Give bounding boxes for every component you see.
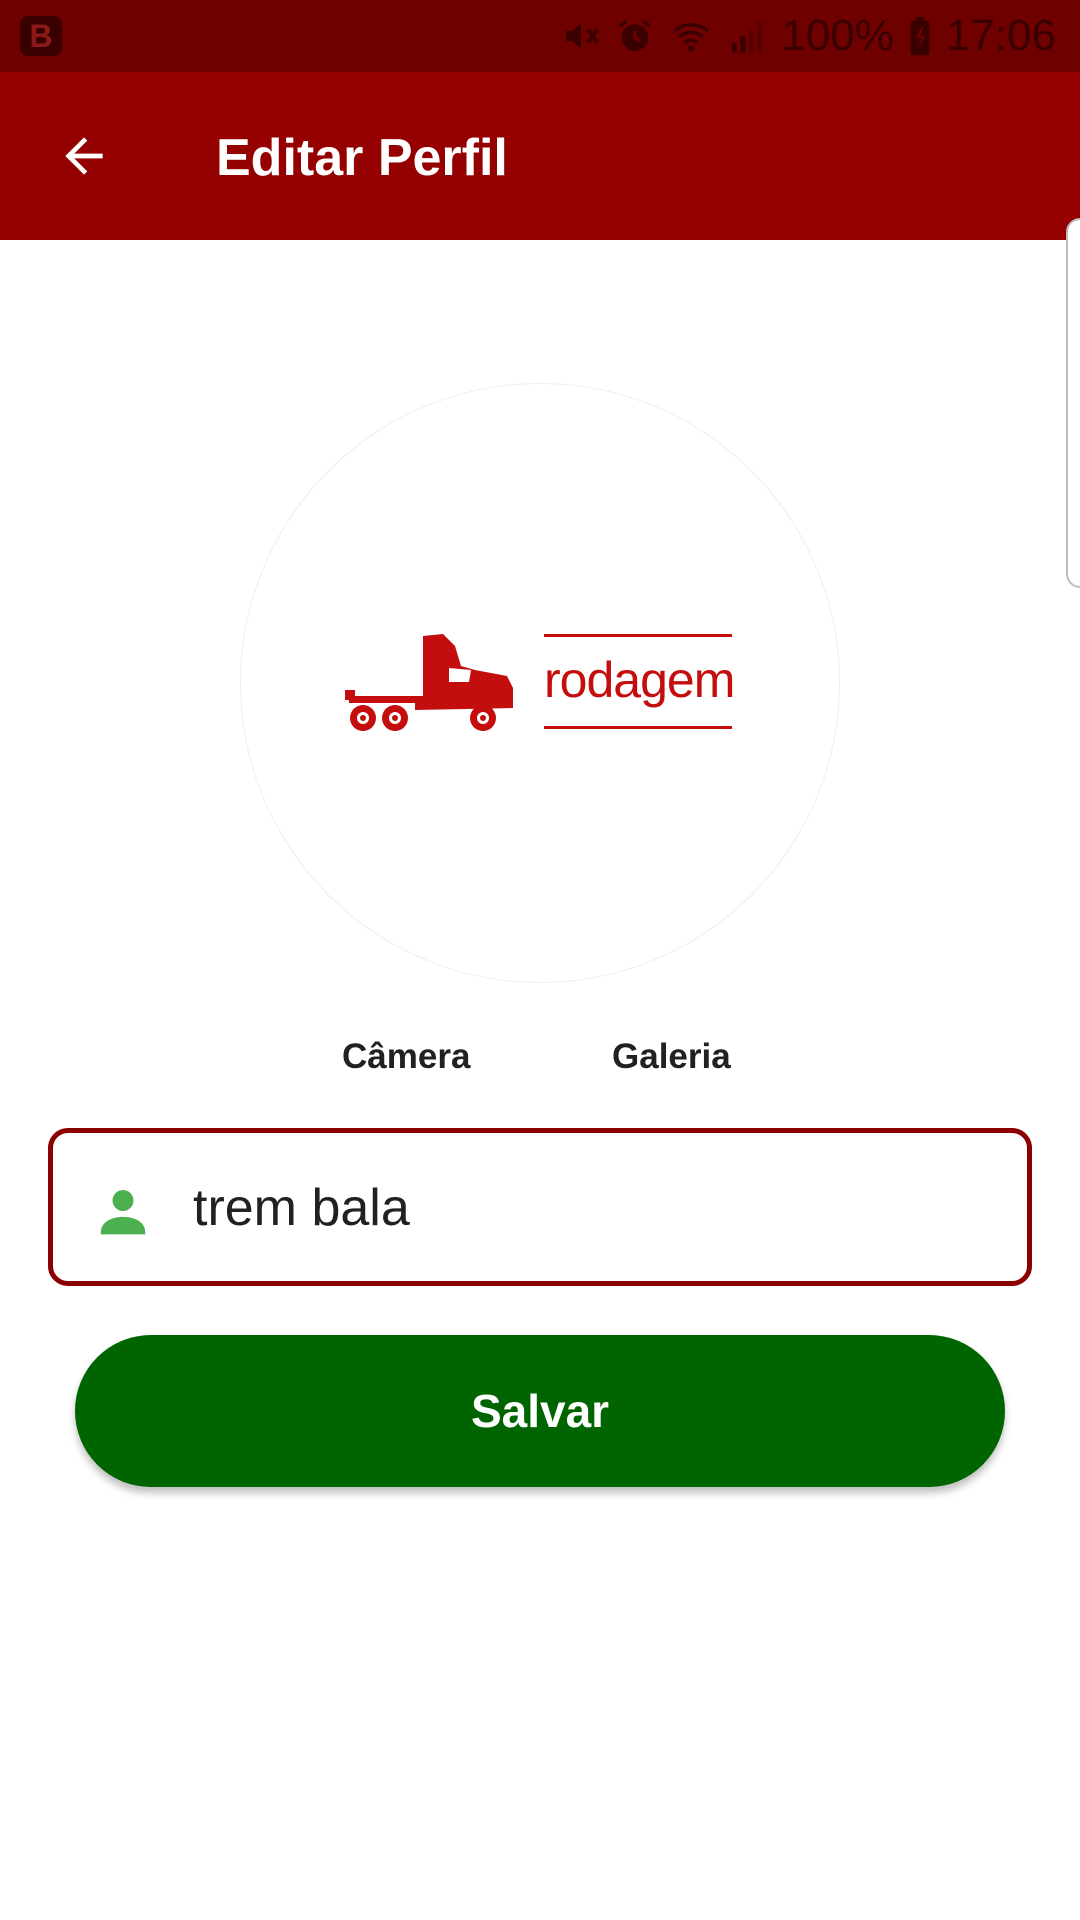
camera-button[interactable]: Câmera [342, 1035, 470, 1079]
person-icon [100, 1190, 146, 1235]
back-button[interactable] [40, 116, 128, 196]
name-input-value[interactable]: trem bala [193, 1177, 410, 1239]
status-clock: 17:06 [945, 11, 1056, 60]
wifi-icon [673, 23, 710, 52]
signal-icon [732, 21, 763, 53]
app-bar: Editar Perfil [0, 72, 1080, 240]
arrow-left-icon [65, 137, 103, 175]
edge-panel-handle[interactable] [1066, 218, 1080, 588]
logo-rule-top [544, 634, 732, 637]
mute-icon [566, 22, 600, 50]
save-button[interactable]: Salvar [75, 1335, 1005, 1487]
name-field[interactable]: trem bala [48, 1128, 1032, 1286]
status-icons: 100% 17:06 [561, 0, 1056, 72]
status-bar: B 100% 17:06 [0, 0, 1080, 72]
page-title: Editar Perfil [216, 129, 508, 187]
alarm-icon [619, 19, 652, 51]
logo-text: rodagem [544, 652, 735, 708]
gallery-button[interactable]: Galeria [612, 1035, 731, 1079]
battery-percentage: 100% [781, 11, 894, 60]
battery-charging-icon [910, 16, 930, 56]
status-app-badge: B [20, 16, 62, 56]
logo-rule-bottom [544, 726, 732, 729]
